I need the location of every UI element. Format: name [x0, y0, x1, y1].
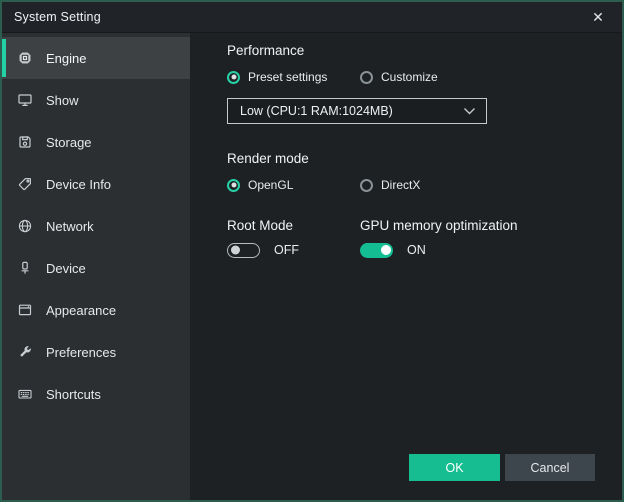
cancel-button[interactable]: Cancel [505, 454, 595, 481]
root-mode-toggle-wrap: OFF [227, 242, 360, 258]
sidebar-item-label: Device Info [46, 176, 112, 192]
sidebar-item-device-info[interactable]: Device Info [2, 163, 190, 205]
radio-unselected-icon[interactable] [360, 178, 373, 192]
toggle-knob [380, 245, 391, 255]
tag-icon [17, 176, 33, 192]
sidebar-item-label: Device [46, 260, 86, 276]
radio-label: DirectX [381, 178, 421, 192]
sidebar-item-engine[interactable]: Engine [2, 37, 190, 79]
sidebar-item-appearance[interactable]: Appearance [2, 289, 190, 331]
chevron-down-icon [463, 107, 476, 115]
titlebar: System Setting ✕ [2, 2, 622, 33]
toggle-knob [231, 245, 240, 255]
radio-preset-settings[interactable]: Preset settings [227, 70, 360, 84]
root-mode-state: OFF [274, 243, 299, 257]
keyboard-icon [17, 386, 33, 402]
render-mode-section-title: Render mode [227, 151, 309, 166]
sidebar-item-label: Appearance [46, 302, 117, 318]
radio-unselected-icon[interactable] [360, 70, 373, 84]
performance-section-title: Performance [227, 43, 305, 58]
gpu-memory-label: GPU memory optimization [360, 218, 518, 233]
wrench-icon [17, 344, 33, 360]
system-setting-dialog: System Setting ✕ Engine Show Storage Dev… [0, 0, 624, 502]
close-icon[interactable]: ✕ [584, 2, 612, 33]
floppy-disk-icon [17, 134, 33, 150]
usb-device-icon [17, 260, 33, 276]
sidebar-item-show[interactable]: Show [2, 79, 190, 121]
preset-dropdown-value: Low (CPU:1 RAM:1024MB) [240, 104, 393, 118]
gpu-memory-toggle[interactable] [360, 242, 393, 258]
gpu-memory-state: ON [407, 243, 426, 257]
monitor-icon [17, 92, 33, 108]
toggles-row: OFF ON [227, 242, 622, 258]
gpu-memory-toggle-wrap: ON [360, 242, 622, 258]
radio-customize[interactable]: Customize [360, 70, 622, 84]
settings-panel: Performance Preset settings Customize Lo… [190, 33, 622, 500]
radio-label: OpenGL [248, 178, 294, 192]
preset-dropdown[interactable]: Low (CPU:1 RAM:1024MB) [227, 98, 487, 124]
window-title: System Setting [14, 10, 101, 24]
sidebar-item-label: Storage [46, 134, 92, 150]
engine-chip-icon [17, 50, 33, 66]
sidebar-item-label: Engine [46, 50, 87, 66]
radio-directx[interactable]: DirectX [360, 178, 622, 192]
render-mode-radio-group: OpenGL DirectX [227, 177, 622, 193]
sidebar-item-network[interactable]: Network [2, 205, 190, 247]
root-mode-label: Root Mode [227, 218, 294, 233]
radio-label: Preset settings [248, 70, 328, 84]
performance-radio-group: Preset settings Customize [227, 69, 622, 85]
root-mode-toggle[interactable] [227, 242, 260, 258]
radio-opengl[interactable]: OpenGL [227, 178, 360, 192]
toggle-labels-row: Root Mode GPU memory optimization [227, 217, 622, 235]
footer-buttons: OK Cancel [409, 454, 595, 481]
radio-label: Customize [381, 70, 438, 84]
sidebar-item-storage[interactable]: Storage [2, 121, 190, 163]
radio-selected-icon[interactable] [227, 178, 240, 192]
ok-button[interactable]: OK [409, 454, 500, 481]
sidebar-item-label: Shortcuts [46, 386, 101, 402]
sidebar-item-device[interactable]: Device [2, 247, 190, 289]
sidebar: Engine Show Storage Device Info Network … [2, 33, 190, 500]
sidebar-item-label: Preferences [46, 344, 117, 360]
sidebar-item-label: Show [46, 92, 79, 108]
window-icon [17, 302, 33, 318]
globe-icon [17, 218, 33, 234]
sidebar-item-label: Network [46, 218, 94, 234]
sidebar-item-preferences[interactable]: Preferences [2, 331, 190, 373]
sidebar-item-shortcuts[interactable]: Shortcuts [2, 373, 190, 415]
radio-selected-icon[interactable] [227, 70, 240, 84]
